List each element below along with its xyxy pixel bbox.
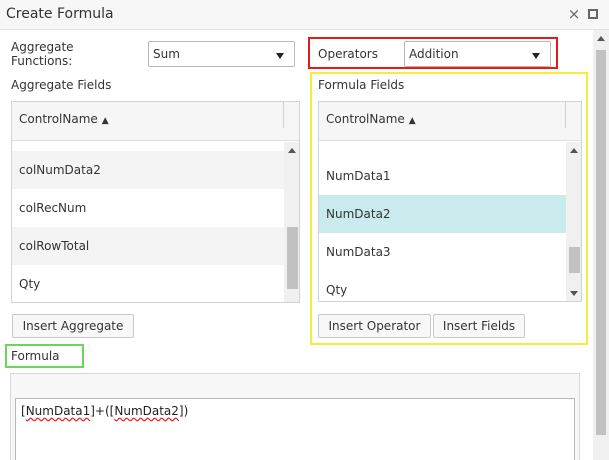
aggregate-functions-label-line2: Functions: (11, 54, 73, 68)
list-item[interactable]: colRowTotal (12, 227, 285, 265)
formula-text: [NumData1]+([NumData2]) (21, 404, 188, 418)
sort-ascending-icon: ▲ (101, 116, 109, 126)
list-item[interactable]: colNumData2 (12, 151, 285, 189)
column-header-label: ControlName (326, 112, 405, 126)
list-item[interactable]: colRecNum (12, 189, 285, 227)
formula-textarea[interactable]: [NumData1]+([NumData2]) (15, 398, 575, 460)
aggregate-functions-label-line1: Aggregate (11, 40, 74, 54)
sort-ascending-icon: ▲ (408, 116, 416, 126)
scrollbar-thumb[interactable] (596, 50, 606, 435)
dialog-titlebar: Create Formula × (0, 0, 609, 30)
dialog-scrollbar[interactable] (593, 30, 609, 460)
scroll-down-icon[interactable] (570, 291, 578, 296)
scroll-up-icon[interactable] (288, 148, 296, 153)
aggregate-functions-label: Aggregate Functions: (11, 40, 74, 68)
chevron-down-icon (276, 53, 284, 59)
formula-field-token: NumData2 (114, 404, 179, 418)
aggregate-fields-label: Aggregate Fields (11, 78, 112, 92)
scroll-up-icon[interactable] (597, 36, 605, 41)
formula-text-part: ]) (178, 404, 189, 418)
scroll-up-icon[interactable] (570, 148, 578, 153)
maximize-icon[interactable] (588, 9, 598, 19)
column-header-controlname[interactable]: ControlName ▲ (326, 112, 416, 126)
close-icon[interactable]: × (566, 5, 582, 23)
column-header-label: ControlName (19, 112, 98, 126)
column-divider (565, 102, 566, 128)
insert-operator-button[interactable]: Insert Operator (318, 314, 431, 338)
scrollbar-thumb[interactable] (569, 247, 580, 273)
chevron-down-icon (532, 53, 540, 59)
insert-fields-button[interactable]: Insert Fields (433, 314, 525, 338)
aggregate-functions-value: Sum (153, 47, 180, 61)
formula-fields-label: Formula Fields (318, 78, 405, 92)
grid-header: ControlName ▲ (12, 102, 299, 141)
scrollbar-thumb[interactable] (287, 227, 298, 289)
dialog-title: Create Formula (6, 6, 114, 22)
list-item[interactable]: Qty (319, 271, 566, 301)
aggregate-fields-grid: ControlName ▲ colNumData2 colRecNum colRo… (11, 101, 300, 303)
operators-select[interactable]: Addition (404, 41, 551, 67)
formula-fields-scrollbar[interactable] (566, 142, 581, 301)
grid-header: ControlName ▲ (319, 102, 581, 141)
column-divider (283, 102, 284, 128)
operators-label: Operators (318, 47, 378, 61)
aggregate-functions-select[interactable]: Sum (148, 41, 295, 67)
formula-text-part: ]+([ (90, 404, 115, 418)
column-header-controlname[interactable]: ControlName ▲ (19, 112, 109, 126)
formula-field-token: NumData1 (25, 404, 91, 418)
formula-fields-grid: ControlName ▲ NumData1 NumData2 NumData3 … (318, 101, 582, 302)
list-item[interactable]: Qty (12, 265, 285, 302)
operators-value: Addition (409, 47, 459, 61)
formula-label: Formula (11, 349, 60, 363)
list-item-selected[interactable]: NumData2 (319, 195, 566, 233)
list-item[interactable]: NumData1 (319, 157, 566, 195)
aggregate-fields-scrollbar[interactable] (284, 142, 299, 302)
insert-aggregate-button[interactable]: Insert Aggregate (12, 314, 134, 338)
list-item[interactable]: NumData3 (319, 233, 566, 271)
